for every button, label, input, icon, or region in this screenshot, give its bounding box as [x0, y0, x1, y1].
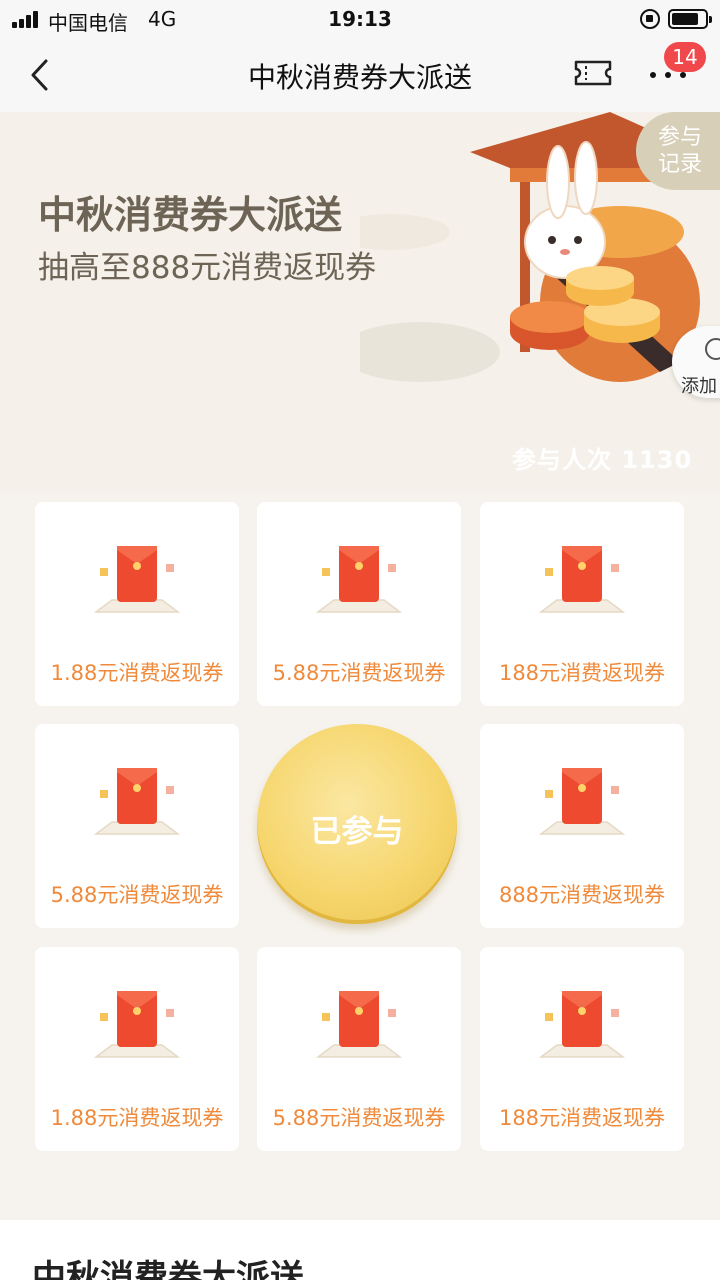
- prize-label: 1.88元消费返现券: [50, 661, 224, 685]
- red-envelope-icon: [538, 768, 626, 835]
- page-title: 中秋消费券大派送: [247, 61, 472, 94]
- hero-banner: 中秋消费券大派送 抽高至888元消费返现券: [0, 112, 720, 492]
- clock: 19:13: [328, 7, 392, 31]
- prize-label: 888元消费返现券: [498, 883, 666, 907]
- record-label-line1: 参与: [658, 125, 703, 150]
- red-envelope-icon: [315, 991, 403, 1058]
- prize-card: 188元消费返现券: [480, 502, 684, 706]
- section-title: 中秋消费券大派送: [32, 1258, 304, 1280]
- prize-card: 5.88元消费返现券: [257, 502, 461, 706]
- hero-subtitle: 抽高至888元消费返现券: [38, 250, 377, 286]
- joined-label: 已参与: [310, 814, 404, 850]
- prize-card: 888元消费返现券: [480, 724, 684, 928]
- prize-label: 5.88元消费返现券: [50, 883, 224, 907]
- rotation-lock-icon: [640, 9, 660, 29]
- prize-card: 5.88元消费返现券: [257, 947, 461, 1151]
- red-envelope-icon: [538, 546, 626, 613]
- nav-bar: 中秋消费券大派送 14: [0, 38, 720, 112]
- prize-label: 5.88元消费返现券: [272, 661, 446, 685]
- battery-icon: [668, 9, 712, 29]
- ticket-icon[interactable]: [574, 60, 612, 86]
- participation-record-button[interactable]: 参与 记录: [636, 112, 720, 190]
- details-section: 中秋消费券大派送: [0, 1220, 720, 1280]
- status-bar: 中国电信 4G 19:13: [0, 0, 720, 38]
- red-envelope-icon: [93, 991, 181, 1058]
- prize-label: 188元消费返现券: [498, 1106, 666, 1130]
- prize-label: 1.88元消费返现券: [50, 1106, 224, 1130]
- prize-label: 188元消费返现券: [498, 661, 666, 685]
- red-envelope-icon: [315, 546, 403, 613]
- prize-card: 5.88元消费返现券: [35, 724, 239, 928]
- prize-card: 1.88元消费返现券: [35, 502, 239, 706]
- clock-icon: [705, 338, 720, 360]
- add-label: 添加: [681, 376, 717, 397]
- red-envelope-icon: [93, 768, 181, 835]
- red-envelope-icon: [93, 546, 181, 613]
- notification-badge: 14: [664, 42, 706, 72]
- prize-card: 1.88元消费返现券: [35, 947, 239, 1151]
- prize-card: 188元消费返现券: [480, 947, 684, 1151]
- participant-count: 参与人次 1130: [512, 446, 693, 474]
- prize-label: 5.88元消费返现券: [272, 1106, 446, 1130]
- record-label-line2: 记录: [658, 152, 703, 177]
- red-envelope-icon: [538, 991, 626, 1058]
- hero-title: 中秋消费券大派送: [38, 193, 343, 237]
- joined-button[interactable]: 已参与: [257, 724, 457, 924]
